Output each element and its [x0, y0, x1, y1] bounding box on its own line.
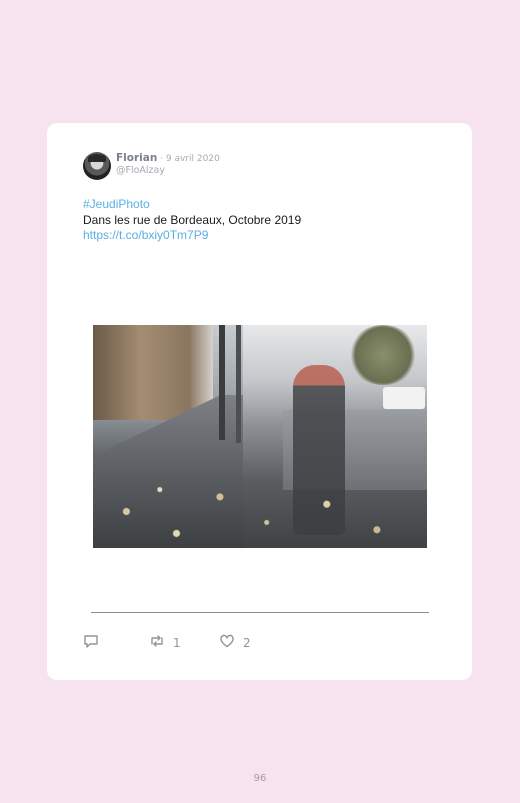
- author-name[interactable]: Florian: [116, 152, 157, 164]
- like-count: 2: [243, 635, 251, 650]
- tweet-date: 9 avril 2020: [165, 154, 220, 164]
- separator: ·: [157, 154, 166, 164]
- retweet-button[interactable]: 1: [149, 633, 181, 652]
- photo-building: [93, 325, 213, 420]
- tweet-card: Florian · 9 avril 2020 @FloAlzay #JeudiP…: [47, 123, 472, 680]
- tweet-link[interactable]: https://t.co/bxiy0Tm7P9: [83, 228, 301, 244]
- reply-icon: [83, 633, 99, 652]
- author-avatar[interactable]: [83, 152, 111, 180]
- photo-tree: [348, 325, 418, 385]
- hashtag-link[interactable]: #JeudiPhoto: [83, 197, 301, 213]
- photo-pole: [236, 325, 241, 443]
- photo-pole: [219, 325, 225, 440]
- page-number: 96: [253, 773, 267, 784]
- photo-leaves: [93, 475, 427, 548]
- retweet-icon: [149, 633, 165, 652]
- like-button[interactable]: 2: [219, 633, 251, 652]
- reply-button[interactable]: [83, 633, 107, 652]
- heart-icon: [219, 633, 235, 652]
- author-line: Florian · 9 avril 2020: [116, 152, 220, 164]
- retweet-count: 1: [173, 635, 181, 650]
- divider: [91, 612, 429, 613]
- author-handle[interactable]: @FloAlzay: [116, 165, 165, 176]
- tweet-actions: 1 2: [83, 633, 383, 655]
- tweet-text: Dans les rue de Bordeaux, Octobre 2019: [83, 212, 302, 227]
- photo-van: [383, 387, 425, 409]
- tweet-body: #JeudiPhoto Dans les rue de Bordeaux, Oc…: [83, 197, 301, 244]
- tweet-photo[interactable]: [93, 325, 427, 548]
